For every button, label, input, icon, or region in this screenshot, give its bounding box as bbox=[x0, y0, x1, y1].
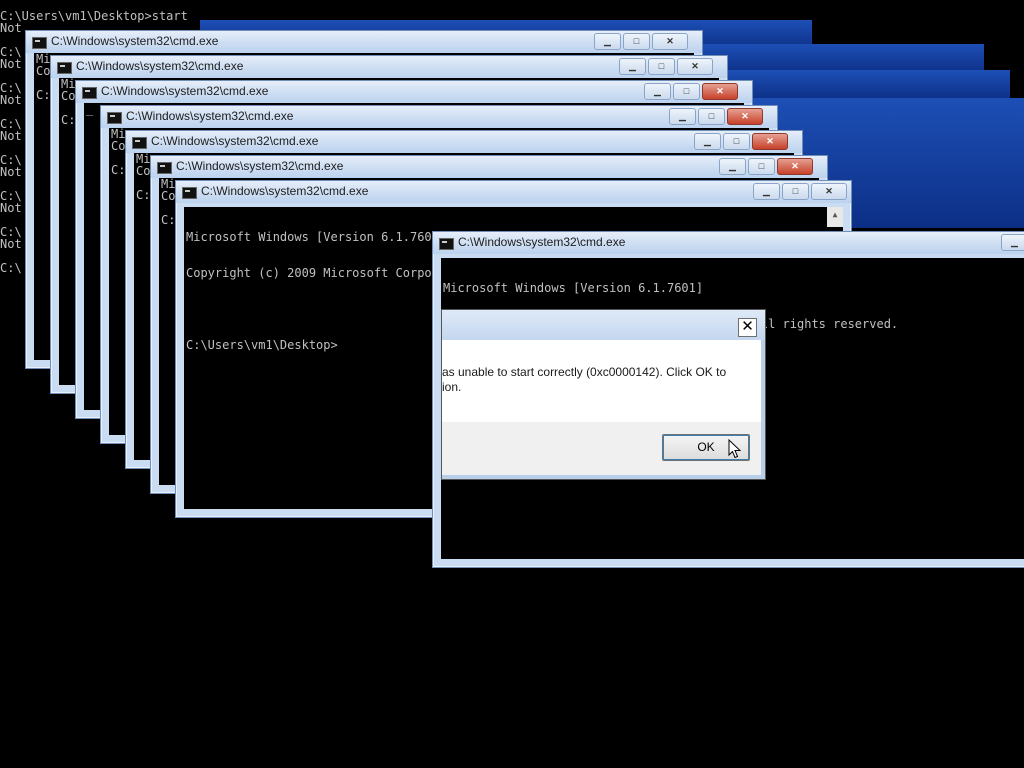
close-button[interactable]: ✕ bbox=[777, 158, 813, 175]
cmd-icon bbox=[157, 162, 172, 174]
minimize-button[interactable]: ▁ bbox=[644, 83, 671, 100]
dialog-footer: OK bbox=[442, 422, 761, 475]
maximize-button[interactable]: □ bbox=[782, 183, 809, 200]
error-message: as unable to start correctly (0xc0000142… bbox=[442, 365, 727, 394]
close-icon: ✕ bbox=[716, 86, 724, 96]
minimize-button[interactable]: ▁ bbox=[669, 108, 696, 125]
title-bar[interactable]: C:\Windows\system32\cmd.exe ▁ □ ✕ bbox=[176, 181, 851, 203]
window-controls: ▁ □ ✕ bbox=[592, 33, 688, 50]
window-title: C:\Windows\system32\cmd.exe bbox=[101, 84, 269, 98]
cmd-icon bbox=[32, 37, 47, 49]
console-top-line: C:\Users\vm1\Desktop>start bbox=[0, 9, 188, 23]
window-title: C:\Windows\system32\cmd.exe bbox=[51, 34, 219, 48]
window-title: C:\Windows\system32\cmd.exe bbox=[176, 159, 344, 173]
close-button[interactable]: ✕ bbox=[727, 108, 763, 125]
close-icon: ✕ bbox=[741, 318, 754, 335]
minimize-icon: ▁ bbox=[629, 61, 636, 71]
window-controls: ▁ □ ✕ bbox=[692, 133, 788, 150]
window-controls: ▁ □ ✕ bbox=[667, 108, 763, 125]
cmd-icon bbox=[57, 62, 72, 74]
title-bar[interactable]: C:\Windows\system32\cmd.exe ▁ □ ✕ bbox=[126, 131, 802, 153]
maximize-icon: □ bbox=[658, 61, 665, 71]
cmd-icon bbox=[107, 112, 122, 124]
cmd-icon bbox=[182, 187, 197, 199]
close-button[interactable]: ✕ bbox=[652, 33, 688, 50]
console-line: Microsoft Windows [Version 6.1.7601] bbox=[443, 281, 704, 295]
window-controls: ▁ □ ✕ bbox=[717, 158, 813, 175]
maximize-icon: □ bbox=[633, 36, 640, 46]
cmd-icon bbox=[82, 87, 97, 99]
close-button[interactable]: ✕ bbox=[738, 318, 757, 337]
maximize-button[interactable]: □ bbox=[648, 58, 675, 75]
maximize-button[interactable]: □ bbox=[723, 133, 750, 150]
dialog-body: as unable to start correctly (0xc0000142… bbox=[442, 340, 761, 422]
maximize-icon: □ bbox=[792, 186, 799, 196]
minimize-icon: ▁ bbox=[604, 36, 611, 46]
window-controls: ▁ □ ✕ bbox=[642, 83, 738, 100]
cmd-icon bbox=[132, 137, 147, 149]
close-icon: ✕ bbox=[825, 186, 833, 196]
mouse-pointer-icon bbox=[728, 439, 742, 459]
minimize-button[interactable]: ▁ bbox=[594, 33, 621, 50]
close-icon: ✕ bbox=[791, 161, 799, 171]
minimize-icon: ▁ bbox=[1011, 237, 1018, 247]
maximize-icon: □ bbox=[708, 111, 715, 121]
minimize-button[interactable]: ▁ bbox=[753, 183, 780, 200]
maximize-button[interactable]: □ bbox=[748, 158, 775, 175]
close-icon: ✕ bbox=[691, 61, 699, 71]
minimize-icon: ▁ bbox=[729, 161, 736, 171]
window-title: C:\Windows\system32\cmd.exe bbox=[151, 134, 319, 148]
close-button[interactable]: ✕ bbox=[677, 58, 713, 75]
maximize-button[interactable]: □ bbox=[698, 108, 725, 125]
window-controls: ▁ □ ✕ bbox=[751, 183, 847, 200]
window-controls: ▁ bbox=[999, 234, 1024, 251]
minimize-icon: ▁ bbox=[679, 111, 686, 121]
close-button[interactable]: ✕ bbox=[702, 83, 738, 100]
dialog-title-bar[interactable]: ✕ bbox=[442, 310, 765, 340]
maximize-button[interactable]: □ bbox=[623, 33, 650, 50]
scrollbar[interactable]: ▲ bbox=[827, 207, 843, 227]
maximize-icon: □ bbox=[683, 86, 690, 96]
minimize-button[interactable]: ▁ bbox=[719, 158, 746, 175]
close-button[interactable]: ✕ bbox=[811, 183, 847, 200]
title-bar[interactable]: C:\Windows\system32\cmd.exe ▁ □ ✕ bbox=[151, 156, 827, 178]
close-icon: ✕ bbox=[666, 36, 674, 46]
title-bar[interactable]: C:\Windows\system32\cmd.exe ▁ □ ✕ bbox=[101, 106, 777, 128]
window-title: C:\Windows\system32\cmd.exe bbox=[76, 59, 244, 73]
maximize-icon: □ bbox=[758, 161, 765, 171]
minimize-button[interactable]: ▁ bbox=[1001, 234, 1024, 251]
window-title: C:\Windows\system32\cmd.exe bbox=[126, 109, 294, 123]
minimize-icon: ▁ bbox=[763, 186, 770, 196]
cmd-icon bbox=[439, 238, 454, 250]
desktop-background-shard bbox=[725, 70, 1010, 100]
window-title: C:\Windows\system32\cmd.exe bbox=[458, 235, 626, 249]
error-dialog[interactable]: ✕ as unable to start correctly (0xc00001… bbox=[441, 309, 766, 480]
window-controls: ▁ □ ✕ bbox=[617, 58, 713, 75]
scroll-up-icon[interactable]: ▲ bbox=[827, 207, 843, 223]
minimize-icon: ▁ bbox=[654, 86, 661, 96]
minimize-button[interactable]: ▁ bbox=[694, 133, 721, 150]
close-icon: ✕ bbox=[766, 136, 774, 146]
maximize-button[interactable]: □ bbox=[673, 83, 700, 100]
title-bar[interactable]: C:\Windows\system32\cmd.exe ▁ □ ✕ bbox=[51, 56, 727, 78]
title-bar[interactable]: C:\Windows\system32\cmd.exe ▁ □ ✕ bbox=[76, 81, 752, 103]
title-bar[interactable]: C:\Windows\system32\cmd.exe ▁ bbox=[433, 232, 1024, 254]
title-bar[interactable]: C:\Windows\system32\cmd.exe ▁ □ ✕ bbox=[26, 31, 702, 53]
close-button[interactable]: ✕ bbox=[752, 133, 788, 150]
close-icon: ✕ bbox=[741, 111, 749, 121]
minimize-button[interactable]: ▁ bbox=[619, 58, 646, 75]
maximize-icon: □ bbox=[733, 136, 740, 146]
window-title: C:\Windows\system32\cmd.exe bbox=[201, 184, 369, 198]
minimize-icon: ▁ bbox=[704, 136, 711, 146]
